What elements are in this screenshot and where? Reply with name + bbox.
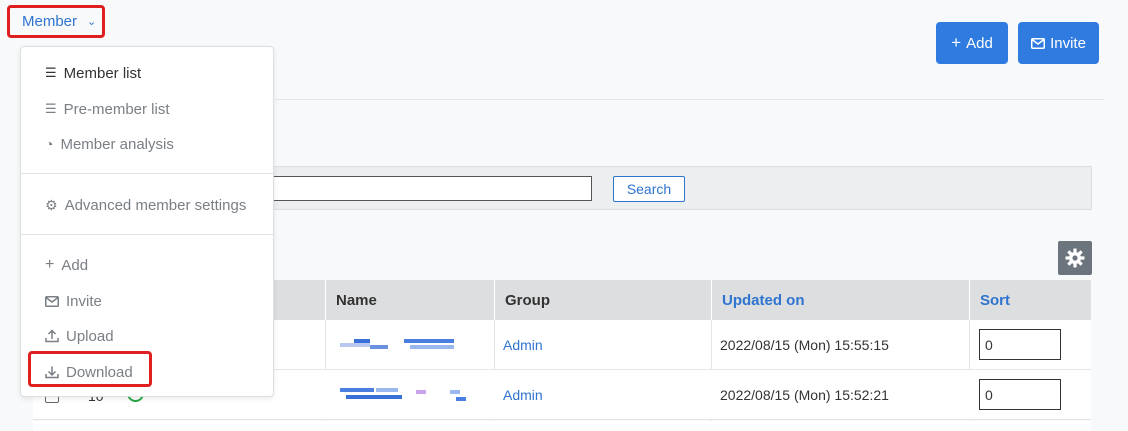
chevron-down-icon: ⌄ bbox=[87, 16, 97, 28]
header-divider bbox=[275, 99, 1104, 100]
menu-item-label: Upload bbox=[66, 327, 114, 345]
pie-chart-icon: ◔ bbox=[45, 136, 54, 152]
upload-icon bbox=[45, 329, 59, 343]
sort-input[interactable]: 0 bbox=[979, 379, 1061, 410]
add-button-label: Add bbox=[966, 34, 993, 52]
menu-item-upload[interactable]: Upload bbox=[45, 324, 114, 348]
add-button[interactable]: + Add bbox=[936, 22, 1008, 64]
list-icon: ☰ bbox=[45, 65, 57, 80]
plus-icon: + bbox=[45, 256, 55, 273]
member-menu-toggle[interactable]: Member ⌄ bbox=[7, 5, 105, 38]
column-header-updated[interactable]: Updated on bbox=[711, 280, 969, 320]
group-link[interactable]: Admin bbox=[503, 370, 543, 420]
updated-on-value: 2022/08/15 (Mon) 15:55:15 bbox=[720, 337, 889, 353]
menu-item-member-list[interactable]: ☰ Member list bbox=[45, 61, 141, 85]
invite-button[interactable]: Invite bbox=[1018, 22, 1099, 64]
column-settings-button[interactable] bbox=[1058, 241, 1092, 275]
column-header-group: Group bbox=[494, 280, 711, 320]
plus-icon: + bbox=[951, 33, 962, 52]
menu-item-label: Pre-member list bbox=[63, 100, 170, 118]
table-row bbox=[33, 421, 1091, 431]
sort-input[interactable]: 0 bbox=[979, 329, 1061, 360]
menu-item-label: Member list bbox=[63, 64, 142, 82]
menu-item-pre-member-list[interactable]: ☰ Pre-member list bbox=[45, 97, 170, 121]
menu-divider bbox=[21, 173, 273, 174]
search-button[interactable]: Search bbox=[613, 176, 685, 202]
list-icon: ☰ bbox=[45, 101, 57, 116]
gear-icon bbox=[1065, 248, 1085, 268]
menu-item-invite[interactable]: Invite bbox=[45, 289, 102, 313]
column-header-sort[interactable]: Sort bbox=[969, 280, 1091, 320]
mail-icon bbox=[1031, 37, 1046, 49]
gear-icon: ⚙ bbox=[45, 196, 58, 213]
updated-on-value: 2022/08/15 (Mon) 15:52:21 bbox=[720, 387, 889, 403]
menu-item-label: Add bbox=[61, 256, 89, 274]
menu-item-member-analysis[interactable]: ◔ Member analysis bbox=[45, 132, 174, 156]
menu-divider bbox=[21, 234, 273, 235]
menu-item-advanced-settings[interactable]: ⚙ Advanced member settings bbox=[45, 193, 246, 217]
column-header-name: Name bbox=[325, 280, 494, 320]
menu-item-label: Member analysis bbox=[60, 135, 174, 153]
menu-item-label: Invite bbox=[66, 292, 102, 310]
menu-item-add[interactable]: + Add bbox=[45, 253, 88, 277]
menu-item-label: Advanced member settings bbox=[64, 196, 247, 214]
download-highlight-box bbox=[28, 351, 152, 387]
invite-button-label: Invite bbox=[1050, 34, 1086, 52]
name-redacted bbox=[340, 338, 460, 352]
name-redacted bbox=[340, 388, 470, 402]
mail-icon bbox=[45, 295, 59, 307]
search-input[interactable] bbox=[240, 176, 592, 201]
group-link[interactable]: Admin bbox=[503, 320, 543, 370]
member-menu-label: Member bbox=[22, 13, 78, 30]
